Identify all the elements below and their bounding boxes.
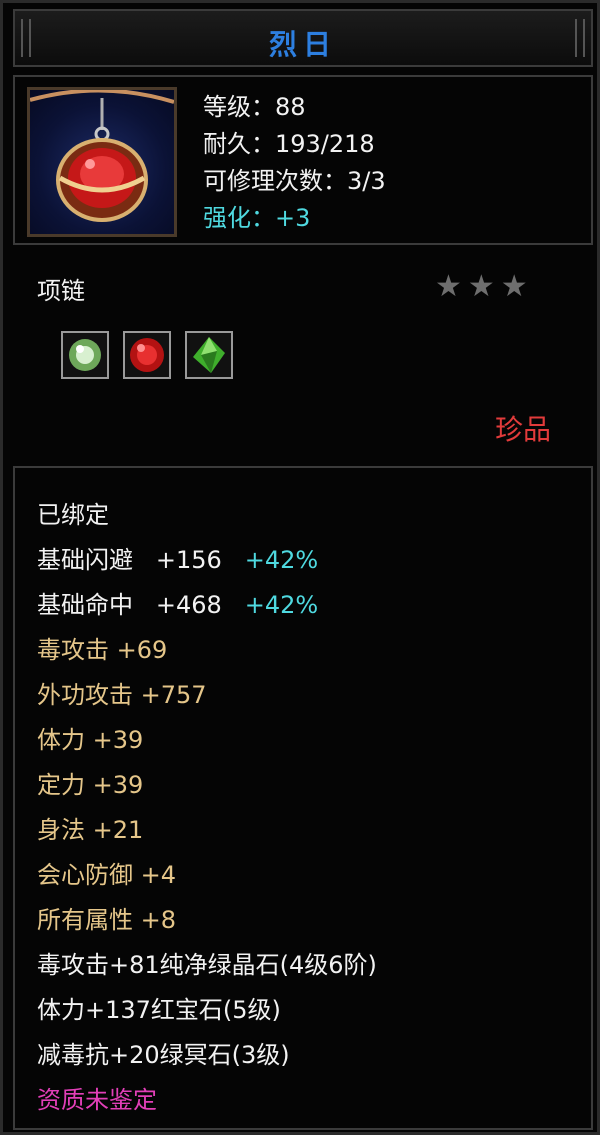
- gem-bonus-line: 毒攻击+81纯净绿晶石(4级6阶): [37, 951, 377, 979]
- item-tooltip: 烈日 等级：88 耐久：193/218 可修理次数：3/3 强化：+3 项链 ★…: [0, 0, 600, 1135]
- hit-bonus: +42%: [244, 591, 319, 619]
- rarity-label: 珍品: [494, 413, 551, 446]
- attribute-line: 会心防御 +4: [37, 861, 177, 889]
- attribute-line: 毒攻击 +69: [37, 636, 168, 664]
- red-gem-icon[interactable]: [123, 331, 171, 379]
- attribute-line: 外功攻击 +757: [37, 681, 207, 709]
- attribute-line: 所有属性 +8: [37, 906, 177, 934]
- item-stats: 等级：88 耐久：193/218 可修理次数：3/3 强化：+3: [203, 89, 386, 237]
- green-gem-icon[interactable]: [61, 331, 109, 379]
- item-category: 项链: [37, 277, 85, 305]
- gem-bonus-line: 体力+137红宝石(5级): [37, 996, 281, 1024]
- attribute-line: 体力 +39: [37, 726, 144, 754]
- title-bar: 烈日: [13, 9, 593, 67]
- dodge-value: +156: [155, 546, 222, 574]
- star-rating: ★★★: [435, 269, 534, 304]
- dodge-bonus: +42%: [244, 546, 319, 574]
- attribute-line: 定力 +39: [37, 771, 144, 799]
- aptitude-status: 资质未鉴定: [37, 1086, 157, 1114]
- hit-value: +468: [155, 591, 222, 619]
- item-name: 烈日: [268, 28, 337, 61]
- attribute-line: 身法 +21: [37, 816, 144, 844]
- gem-bonus-line: 减毒抗+20绿冥石(3级): [37, 1041, 290, 1069]
- durability-text: 耐久：193/218: [203, 130, 375, 158]
- enhance-text: 强化：+3: [203, 204, 311, 232]
- repair-count-text: 可修理次数：3/3: [203, 167, 386, 195]
- hit-attribute: 基础命中 +468 +42%: [37, 583, 377, 628]
- level-text: 等级：88: [203, 93, 306, 121]
- hit-label: 基础命中: [37, 591, 133, 619]
- attribute-list: 已绑定 基础闪避 +156 +42% 基础命中 +468 +42% 毒攻击 +6…: [37, 493, 377, 1123]
- bound-status: 已绑定: [37, 501, 109, 529]
- dodge-attribute: 基础闪避 +156 +42%: [37, 538, 377, 583]
- dodge-label: 基础闪避: [37, 546, 133, 574]
- necklace-icon: [27, 87, 177, 237]
- green-crystal-icon[interactable]: [185, 331, 233, 379]
- item-header-panel: 等级：88 耐久：193/218 可修理次数：3/3 强化：+3: [13, 75, 593, 245]
